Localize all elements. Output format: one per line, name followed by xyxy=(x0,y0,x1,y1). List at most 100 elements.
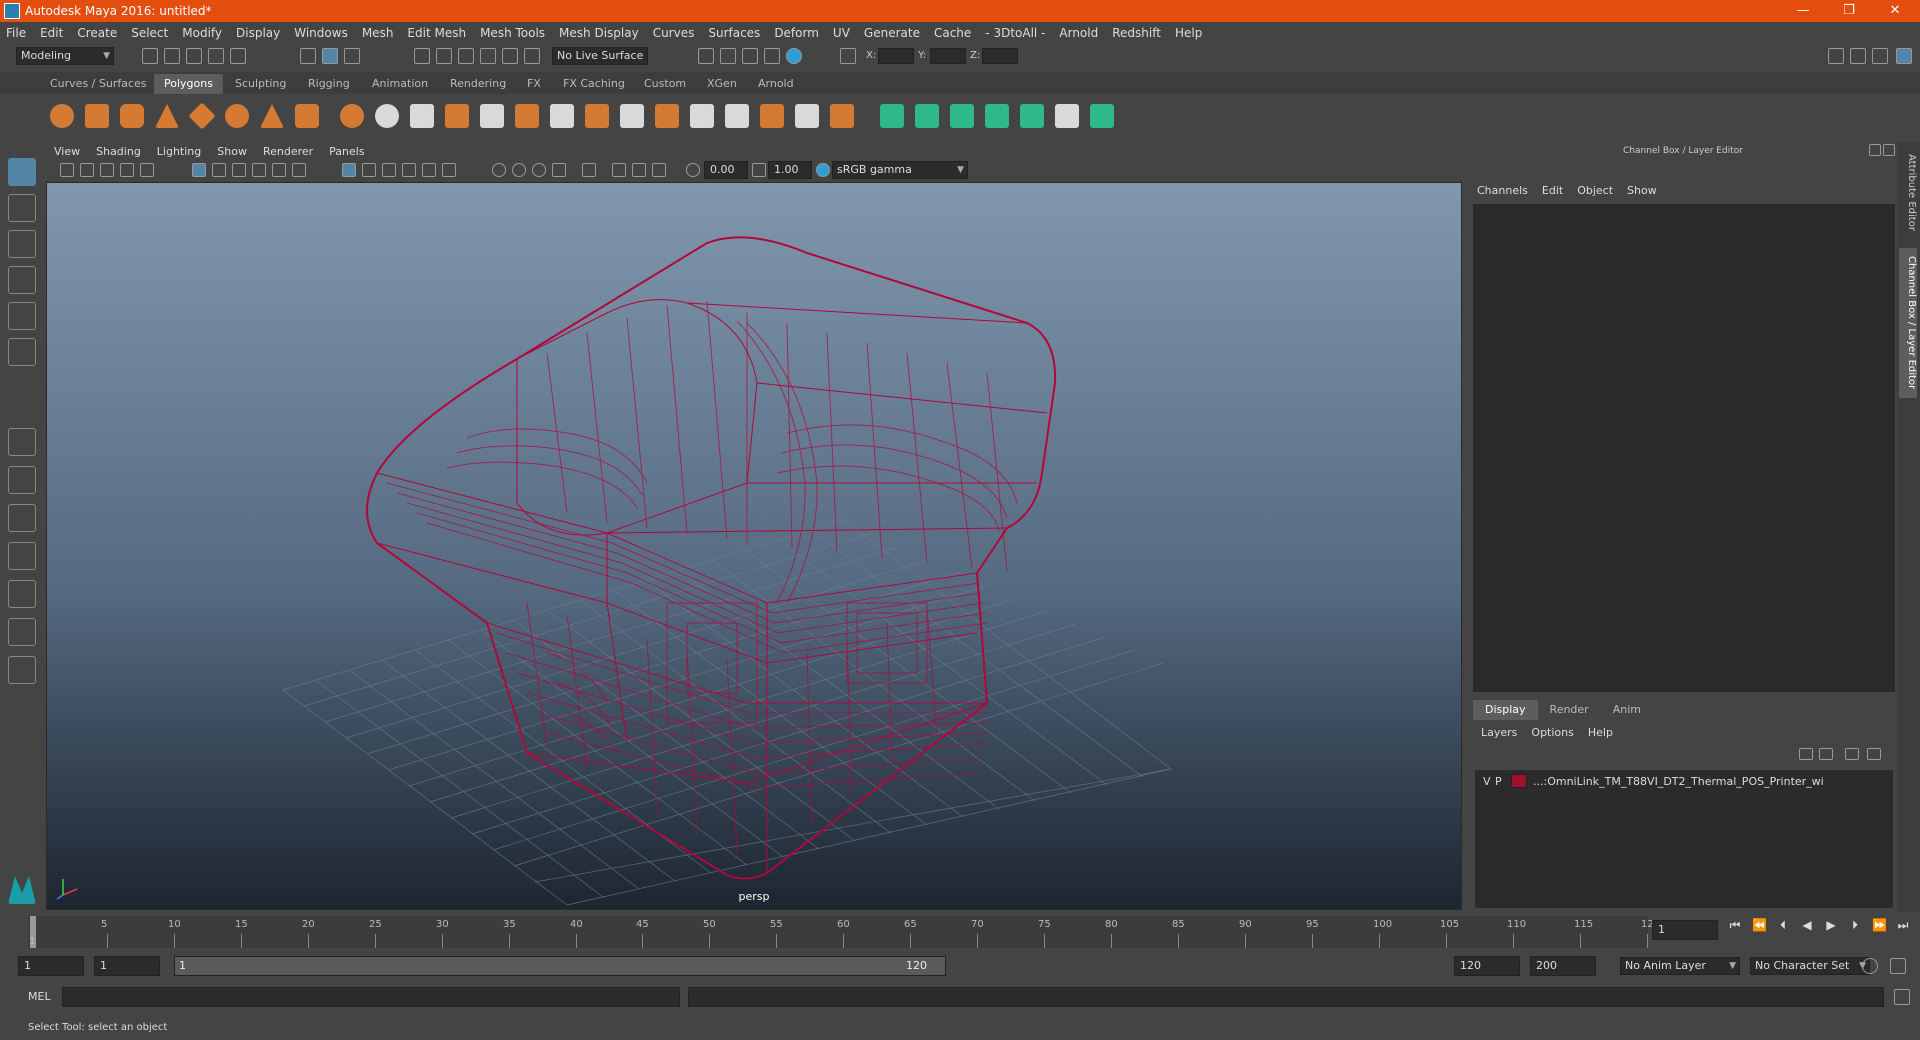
camera-attributes-icon[interactable] xyxy=(80,163,94,177)
panel-menu-show[interactable]: Show xyxy=(217,145,247,158)
new-layer-icon[interactable] xyxy=(1845,748,1859,760)
layer-playback-toggle[interactable]: P xyxy=(1495,775,1511,788)
xray-components-icon[interactable] xyxy=(652,163,666,177)
persp-outliner-layout-icon[interactable] xyxy=(8,504,36,532)
script-editor-icon[interactable] xyxy=(1894,989,1910,1005)
absolute-transform-icon[interactable] xyxy=(840,48,856,64)
select-hierarchy-icon[interactable] xyxy=(300,48,316,64)
spherical-uv-icon[interactable] xyxy=(950,104,974,128)
channel-menu-channels[interactable]: Channels xyxy=(1477,184,1528,197)
float-panel-icon[interactable] xyxy=(1869,144,1881,156)
poly-pipe-icon[interactable] xyxy=(295,104,319,128)
shelf-tab-sculpting[interactable]: Sculpting xyxy=(225,74,296,94)
menu-create[interactable]: Create xyxy=(77,26,117,40)
uv-editor-layout-icon[interactable] xyxy=(8,618,36,646)
bevel-icon[interactable] xyxy=(655,104,679,128)
planar-uv-icon[interactable] xyxy=(880,104,904,128)
play-backward-icon[interactable]: ◀ xyxy=(1800,918,1814,932)
bridge-icon[interactable] xyxy=(620,104,644,128)
persp-graph-layout-icon[interactable] xyxy=(8,542,36,570)
layer-menu-options[interactable]: Options xyxy=(1531,726,1573,739)
character-set-dropdown[interactable]: No Character Set ▼ xyxy=(1750,957,1870,975)
playback-end-field[interactable]: 120 xyxy=(1454,956,1520,976)
menu-mesh[interactable]: Mesh xyxy=(362,26,394,40)
shelf-tab-polygons[interactable]: Polygons xyxy=(154,74,223,94)
channel-menu-edit[interactable]: Edit xyxy=(1542,184,1563,197)
render-settings-icon[interactable] xyxy=(764,48,780,64)
minimize-button[interactable]: — xyxy=(1780,0,1826,22)
motion-blur-icon[interactable] xyxy=(532,163,546,177)
scale-tool-icon[interactable] xyxy=(8,338,36,366)
animation-preferences-icon[interactable] xyxy=(1890,958,1906,974)
menu-surfaces[interactable]: Surfaces xyxy=(708,26,760,40)
menu-help[interactable]: Help xyxy=(1175,26,1202,40)
layer-tab-display[interactable]: Display xyxy=(1473,700,1538,720)
redo-icon[interactable] xyxy=(230,48,246,64)
isolate-select-icon[interactable] xyxy=(582,163,596,177)
ipr-render-icon[interactable] xyxy=(742,48,758,64)
render-sequence-icon[interactable] xyxy=(720,48,736,64)
snap-point-icon[interactable] xyxy=(458,48,474,64)
poly-sphere-icon[interactable] xyxy=(50,104,74,128)
menu-cache[interactable]: Cache xyxy=(934,26,971,40)
select-object-icon[interactable] xyxy=(322,48,338,64)
command-language-label[interactable]: MEL xyxy=(28,990,51,1003)
tool-settings-toggle-icon[interactable] xyxy=(1872,48,1888,64)
animation-start-field[interactable]: 1 xyxy=(18,956,84,976)
close-panel-icon[interactable] xyxy=(1883,144,1895,156)
layer-row[interactable]: V P ...:OmniLink_TM_T88VI_DT2_Thermal_PO… xyxy=(1475,772,1893,790)
modeling-toolkit-icon[interactable] xyxy=(1828,48,1844,64)
select-tool-icon[interactable] xyxy=(8,158,36,186)
panel-menu-view[interactable]: View xyxy=(54,145,80,158)
lasso-tool-icon[interactable] xyxy=(8,194,36,222)
menu-generate[interactable]: Generate xyxy=(864,26,920,40)
custom-layout-icon[interactable] xyxy=(8,656,36,684)
poly-cylinder-icon[interactable] xyxy=(120,104,144,128)
step-back-frame-icon[interactable]: ⏴ xyxy=(1776,918,1790,932)
range-slider[interactable]: 1 120 xyxy=(174,956,946,976)
channel-menu-show[interactable]: Show xyxy=(1627,184,1657,197)
restore-button[interactable]: ❐ xyxy=(1826,0,1872,22)
textured-icon[interactable] xyxy=(422,163,436,177)
field-chart-icon[interactable] xyxy=(272,163,286,177)
play-forward-icon[interactable]: ▶ xyxy=(1824,918,1838,932)
automatic-uv-icon[interactable] xyxy=(985,104,1009,128)
gamma-icon[interactable] xyxy=(752,163,766,177)
playback-start-field[interactable]: 1 xyxy=(94,956,160,976)
layer-tab-render[interactable]: Render xyxy=(1538,700,1601,720)
go-to-start-icon[interactable]: ⏮ xyxy=(1728,918,1742,932)
shelf-tab-arnold[interactable]: Arnold xyxy=(748,74,804,94)
shelf-tab-fx-caching[interactable]: FX Caching xyxy=(553,74,635,94)
layer-menu-layers[interactable]: Layers xyxy=(1481,726,1517,739)
shadows-icon[interactable] xyxy=(492,163,506,177)
grid-icon[interactable] xyxy=(192,163,206,177)
color-space-dropdown[interactable]: sRGB gamma ▼ xyxy=(832,161,968,179)
close-button[interactable]: ✕ xyxy=(1872,0,1918,22)
append-polygon-icon[interactable] xyxy=(760,104,784,128)
paint-select-tool-icon[interactable] xyxy=(8,230,36,258)
safe-action-icon[interactable] xyxy=(292,163,306,177)
z-field[interactable] xyxy=(982,48,1018,64)
anti-aliasing-icon[interactable] xyxy=(552,163,566,177)
boolean-icon[interactable] xyxy=(480,104,504,128)
menu-windows[interactable]: Windows xyxy=(294,26,348,40)
screen-space-ao-icon[interactable] xyxy=(512,163,526,177)
gamma-field[interactable]: 1.00 xyxy=(768,161,812,179)
open-scene-icon[interactable] xyxy=(164,48,180,64)
animation-end-field[interactable]: 200 xyxy=(1530,956,1596,976)
resolution-gate-icon[interactable] xyxy=(232,163,246,177)
use-default-material-icon[interactable] xyxy=(382,163,396,177)
merge-icon[interactable] xyxy=(830,104,854,128)
wireframe-on-shaded-icon[interactable] xyxy=(402,163,416,177)
x-field[interactable] xyxy=(878,48,914,64)
layer-menu-help[interactable]: Help xyxy=(1588,726,1613,739)
menu-display[interactable]: Display xyxy=(236,26,280,40)
shelf-tab-rendering[interactable]: Rendering xyxy=(440,74,516,94)
smooth-icon[interactable] xyxy=(445,104,469,128)
gate-mask-icon[interactable] xyxy=(252,163,266,177)
shelf-tab-animation[interactable]: Animation xyxy=(362,74,438,94)
multi-cut-icon[interactable] xyxy=(550,104,574,128)
unfold-uv-icon[interactable] xyxy=(1020,104,1044,128)
shelf-tab-curves-surfaces[interactable]: Curves / Surfaces xyxy=(40,74,157,94)
menu-mesh-tools[interactable]: Mesh Tools xyxy=(480,26,545,40)
